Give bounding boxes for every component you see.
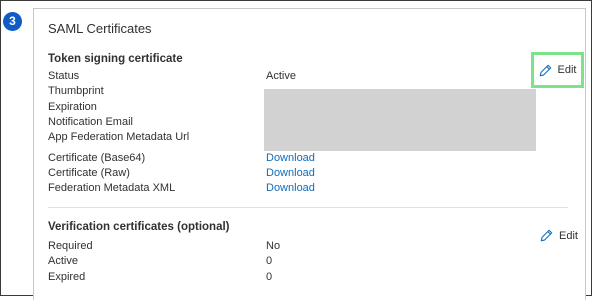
- pencil-icon: [539, 64, 552, 77]
- expiration-label: Expiration: [48, 101, 97, 113]
- expired-value: 0: [266, 271, 273, 283]
- status-value: Active: [266, 70, 296, 82]
- thumbprint-label: Thumbprint: [48, 85, 104, 97]
- section-title: SAML Certificates: [48, 21, 152, 36]
- verification-edit-button[interactable]: Edit: [540, 229, 578, 242]
- notification-email-label: Notification Email: [48, 116, 133, 128]
- active-value: 0: [266, 255, 273, 267]
- metadata-url-label: App Federation Metadata Url: [48, 131, 190, 143]
- required-value: No: [266, 240, 281, 252]
- section-divider: [48, 207, 568, 208]
- step-number-badge: 3: [3, 12, 22, 31]
- token-signing-heading: Token signing certificate: [48, 53, 183, 65]
- download-raw-link[interactable]: Download: [266, 167, 315, 179]
- token-signing-edit-button[interactable]: Edit: [531, 52, 584, 88]
- cert-base64-label: Certificate (Base64): [48, 152, 146, 164]
- verification-heading: Verification certificates (optional): [48, 221, 230, 233]
- download-base64-link[interactable]: Download: [266, 152, 315, 164]
- cert-raw-label: Certificate (Raw): [48, 167, 130, 179]
- federation-xml-label: Federation Metadata XML: [48, 182, 176, 194]
- status-label: Status: [48, 70, 80, 82]
- edit-label: Edit: [557, 64, 577, 76]
- expired-label: Expired: [48, 271, 86, 283]
- required-label: Required: [48, 240, 93, 252]
- edit-label: Edit: [559, 229, 578, 242]
- saml-certificates-card: SAML Certificates Token signing certific…: [33, 8, 586, 300]
- redacted-values-block: [264, 89, 536, 151]
- download-federation-xml-link[interactable]: Download: [266, 182, 315, 194]
- active-label: Active: [48, 255, 78, 267]
- pencil-icon: [540, 229, 553, 242]
